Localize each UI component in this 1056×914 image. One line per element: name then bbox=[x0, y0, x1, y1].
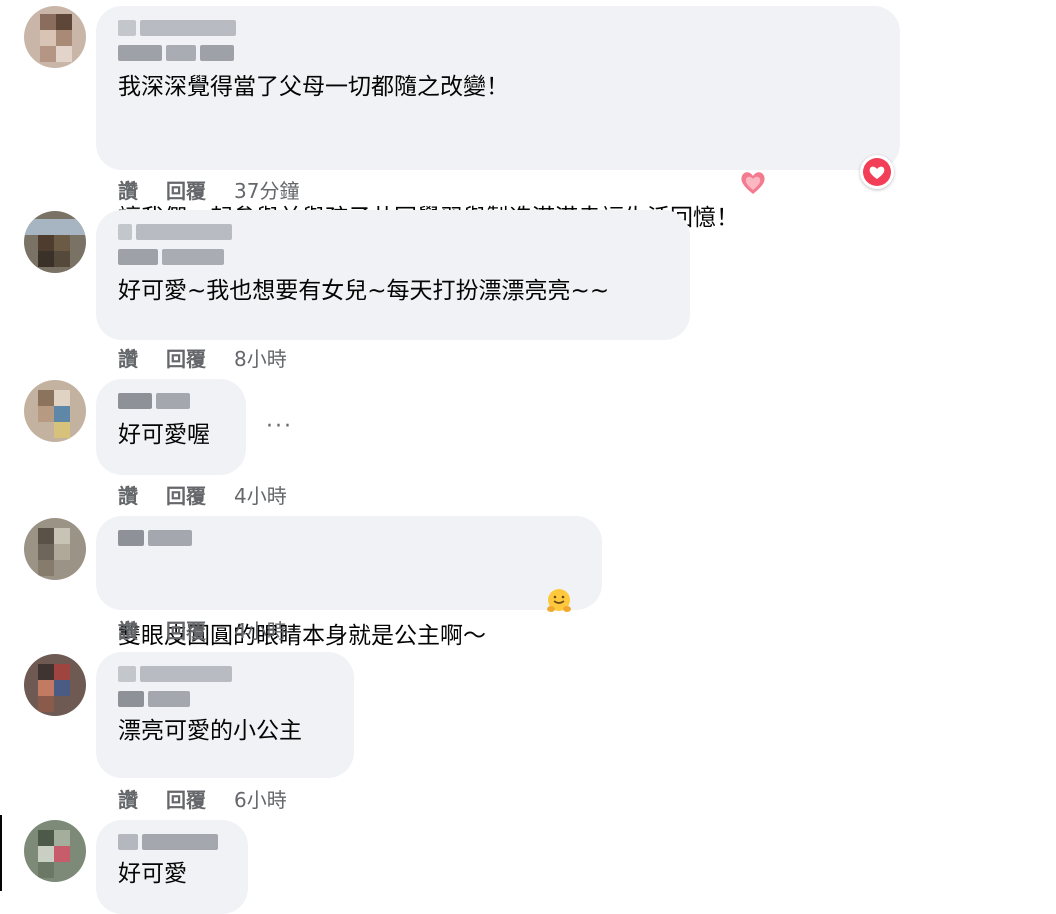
blurred-author-name[interactable] bbox=[118, 691, 332, 707]
more-options-button[interactable]: ··· bbox=[266, 414, 293, 439]
timestamp[interactable]: 6小時 bbox=[234, 784, 287, 813]
timestamp[interactable]: 4小時 bbox=[234, 480, 287, 509]
like-button[interactable]: 讚 bbox=[118, 343, 138, 372]
comment-text: 好可愛~我也想要有女兒~每天打扮漂漂亮亮~~ bbox=[118, 278, 610, 304]
comment-bubble: 好可愛~我也想要有女兒~每天打扮漂漂亮亮~~ bbox=[96, 210, 690, 340]
hugging-face-emoji bbox=[486, 554, 573, 658]
comment-text: 好可愛 bbox=[118, 861, 187, 887]
edge-divider bbox=[0, 815, 2, 891]
timestamp[interactable]: 8小時 bbox=[234, 343, 287, 372]
avatar[interactable] bbox=[24, 211, 86, 273]
like-button[interactable]: 讚 bbox=[118, 480, 138, 509]
reply-button[interactable]: 回覆 bbox=[166, 175, 206, 204]
comment-bubble: 漂亮可愛的小公主 bbox=[96, 652, 354, 778]
timestamp[interactable]: 4小時 bbox=[234, 615, 287, 644]
comment-bubble: 我深深覺得當了父母一切都隨之改變！ 讓我們一起參與並與孩子共同學習與製造滿滿幸福… bbox=[96, 6, 900, 231]
comment-bubble: 好可愛 bbox=[96, 820, 248, 914]
reply-button[interactable]: 回覆 bbox=[166, 615, 206, 644]
timestamp[interactable]: 37分鐘 bbox=[234, 175, 299, 204]
reply-button[interactable]: 回覆 bbox=[166, 784, 206, 813]
love-reaction-icon[interactable] bbox=[860, 155, 894, 189]
blurred-author-name[interactable] bbox=[118, 45, 878, 61]
blurred-author-name[interactable] bbox=[118, 530, 580, 546]
blurred-author-name[interactable] bbox=[118, 834, 226, 850]
avatar[interactable] bbox=[24, 518, 86, 580]
blurred-author-name[interactable] bbox=[118, 224, 668, 240]
avatar[interactable] bbox=[24, 6, 86, 68]
like-button[interactable]: 讚 bbox=[118, 615, 138, 644]
heart-emoji bbox=[739, 104, 767, 194]
like-button[interactable]: 讚 bbox=[118, 175, 138, 204]
avatar[interactable] bbox=[24, 820, 86, 882]
comment-bubble: 雙眼皮圓圓的眼睛本身就是公主啊～ bbox=[96, 516, 602, 649]
blurred-author-name[interactable] bbox=[118, 666, 332, 682]
blurred-author-name[interactable] bbox=[118, 20, 878, 36]
blurred-author-name[interactable] bbox=[118, 393, 224, 409]
comment-text: 漂亮可愛的小公主 bbox=[118, 718, 302, 744]
comment-text: 好可愛喔 bbox=[118, 422, 210, 448]
avatar[interactable] bbox=[24, 654, 86, 716]
blurred-author-name[interactable] bbox=[118, 249, 668, 265]
reply-button[interactable]: 回覆 bbox=[166, 343, 206, 372]
comment-bubble: 好可愛喔 bbox=[96, 379, 246, 475]
reply-button[interactable]: 回覆 bbox=[166, 480, 206, 509]
like-button[interactable]: 讚 bbox=[118, 784, 138, 813]
avatar[interactable] bbox=[24, 380, 86, 442]
